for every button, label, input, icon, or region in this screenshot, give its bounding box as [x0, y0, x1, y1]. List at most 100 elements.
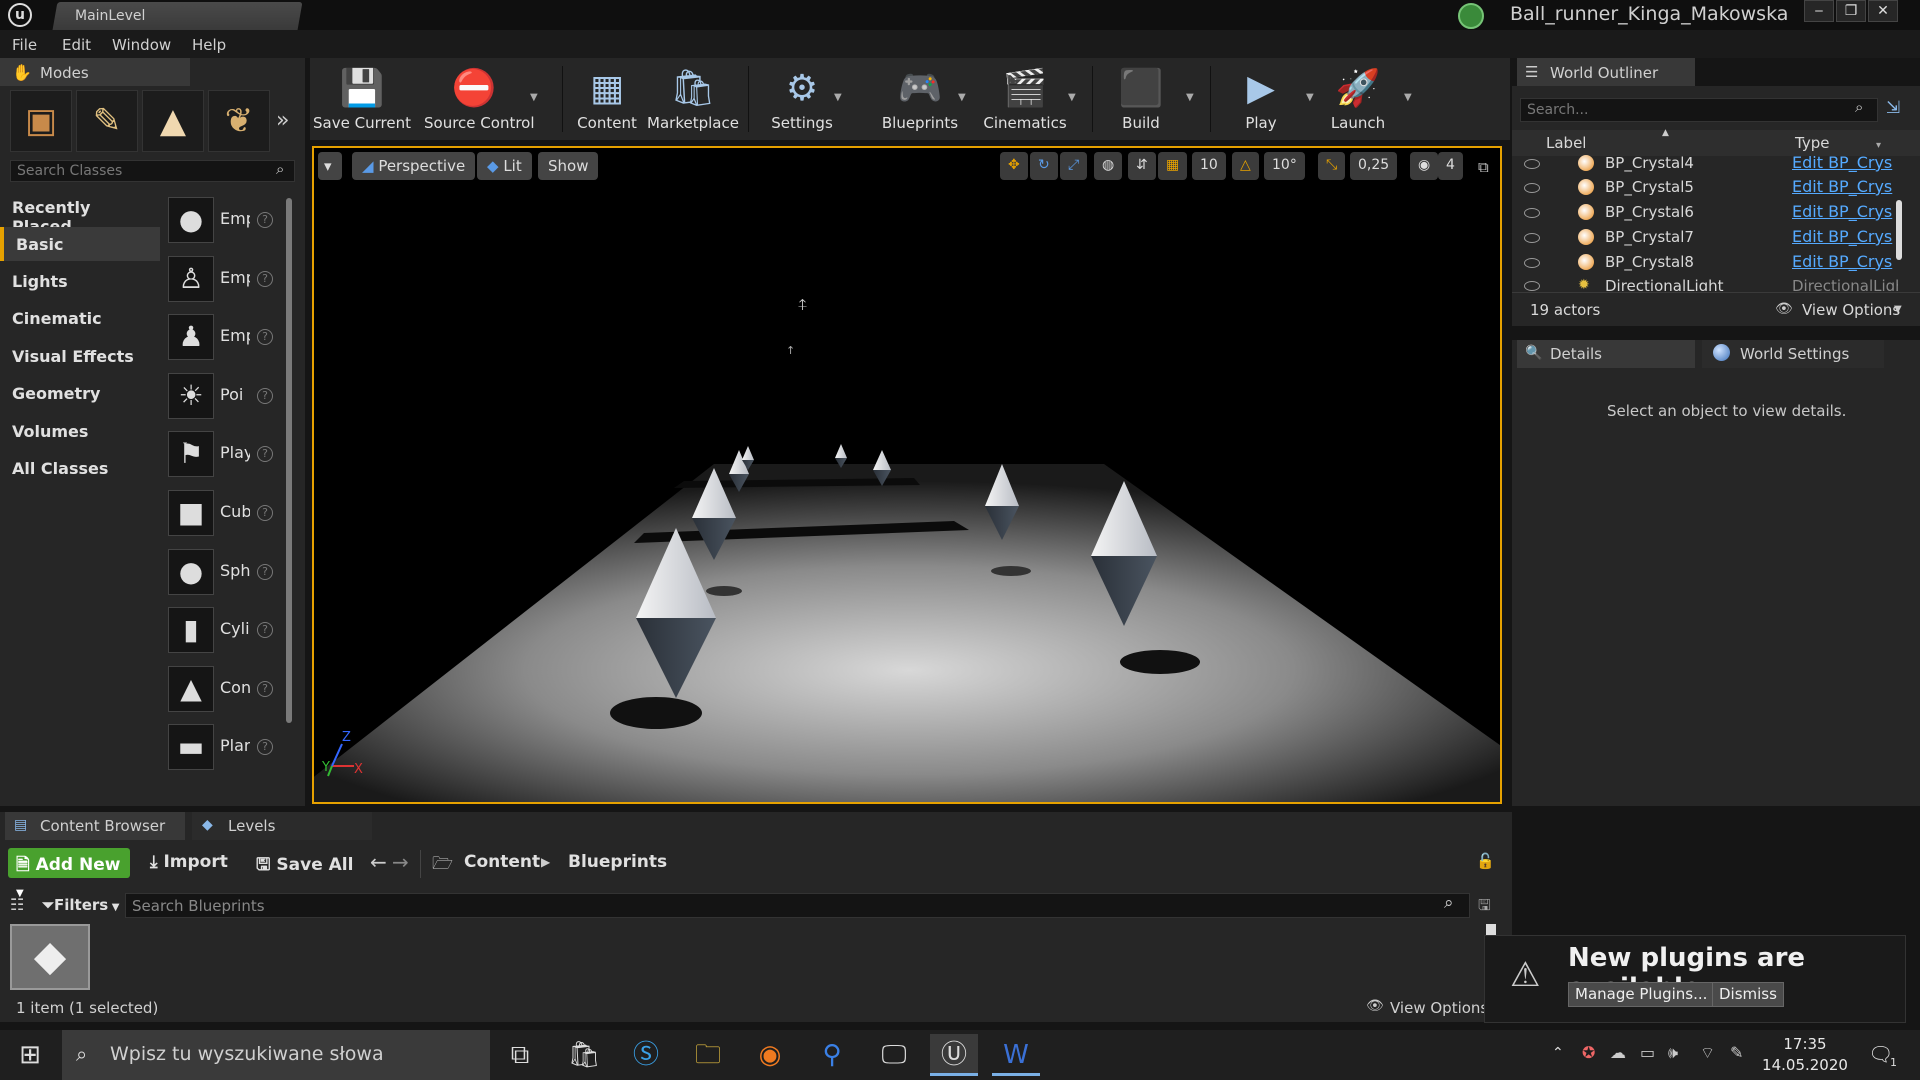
levels-tab[interactable]	[192, 812, 372, 840]
cube-icon[interactable]: ■	[168, 490, 214, 536]
menu-file[interactable]: File	[12, 36, 37, 54]
pawn-icon[interactable]: ♟	[168, 314, 214, 360]
search-blueprints-input[interactable]: Search Blueprints	[125, 893, 1470, 918]
class-list-scrollbar[interactable]	[286, 198, 292, 723]
filters-button[interactable]: ⏷Filters ▼	[42, 896, 119, 914]
dismiss-button[interactable]: Dismiss	[1712, 982, 1784, 1007]
minimize-button[interactable]: ‒	[1804, 0, 1834, 22]
battery-icon[interactable]: ▭	[1640, 1043, 1655, 1062]
save-search-icon[interactable]: 🖫	[1478, 895, 1491, 920]
translate-tool-icon[interactable]: ✥	[1000, 152, 1028, 180]
maps-icon[interactable]: ⚲	[808, 1034, 856, 1076]
tray-antivirus-icon[interactable]: ✪	[1582, 1043, 1595, 1062]
class-item-name[interactable]: Emp	[220, 209, 250, 228]
launch-button[interactable]: 🚀 Launch	[1308, 60, 1408, 138]
menu-help[interactable]: Help	[192, 36, 226, 54]
show-button[interactable]: Show	[538, 152, 599, 180]
viewport-options-button[interactable]: ▾	[318, 152, 342, 180]
lit-button[interactable]: ◆ Lit	[477, 152, 532, 180]
category-basic[interactable]: Basic	[0, 227, 160, 261]
lightbulb-icon[interactable]: ☀	[168, 373, 214, 419]
word-icon[interactable]: W	[992, 1034, 1040, 1076]
eye-icon[interactable]	[1524, 233, 1540, 243]
launch-dropdown-icon[interactable]: ▼	[1404, 92, 1412, 103]
firefox-icon[interactable]: ◉	[746, 1034, 794, 1076]
store-icon[interactable]: 🛍	[560, 1034, 608, 1076]
eye-icon[interactable]	[1524, 258, 1540, 268]
category-geometry[interactable]: Geometry	[0, 376, 160, 410]
remote-desktop-icon[interactable]: 🖵	[870, 1034, 918, 1076]
sphere-icon[interactable]: ●	[168, 197, 214, 243]
outliner-view-options[interactable]: View Options	[1802, 301, 1900, 319]
back-arrow-icon[interactable]: ←	[370, 850, 387, 874]
grid-snap-icon[interactable]: ▦	[1158, 152, 1188, 180]
lock-icon[interactable]: 🔓	[1476, 852, 1495, 870]
taskbar-clock[interactable]: 17:35 14.05.2020	[1760, 1034, 1850, 1076]
sources-toggle-icon[interactable]: ☷	[10, 895, 24, 914]
eye-icon[interactable]	[1524, 281, 1540, 291]
maximize-viewport-icon[interactable]: ⧉	[1478, 158, 1489, 176]
content-view-options[interactable]: View Options	[1390, 999, 1488, 1017]
help-icon[interactable]: ?	[257, 622, 273, 638]
asset-thumbnail[interactable]: ◆	[10, 924, 90, 990]
more-modes-icon[interactable]: »	[276, 108, 289, 133]
help-icon[interactable]: ?	[257, 329, 273, 345]
play-button[interactable]: ▶ Play	[1211, 60, 1311, 138]
category-visual-effects[interactable]: Visual Effects	[0, 339, 160, 373]
content-button[interactable]: ▦ Content	[557, 60, 657, 138]
import-button[interactable]: ⤓ Import	[150, 852, 228, 872]
breadcrumb-content[interactable]: Content	[464, 852, 540, 872]
save-current-button[interactable]: 💾 Save Current	[312, 60, 412, 138]
class-item-name[interactable]: Con	[220, 678, 250, 697]
marketplace-button[interactable]: 🛍 Marketplace	[643, 60, 743, 138]
plane-icon[interactable]: ▬	[168, 724, 214, 770]
settings-dropdown-icon[interactable]: ▼	[834, 92, 842, 103]
help-icon[interactable]: ?	[257, 388, 273, 404]
class-item-name[interactable]: Play	[220, 443, 250, 462]
taskbar-search-box[interactable]: Wpisz tu wyszukiwane słowa	[62, 1030, 490, 1080]
world-space-icon[interactable]: ◍	[1094, 152, 1123, 180]
label-column-header[interactable]: Label	[1546, 134, 1586, 152]
class-item-name[interactable]: Poi	[220, 385, 250, 404]
outliner-row-type-link[interactable]: Edit BP_Crys	[1792, 177, 1892, 196]
cylinder-icon[interactable]: ▮	[168, 607, 214, 653]
cone-icon[interactable]: ▲	[168, 666, 214, 712]
scale-tool-icon[interactable]: ⤢	[1060, 152, 1088, 180]
type-dropdown-icon[interactable]: ▾	[1876, 140, 1881, 151]
class-item-name[interactable]: Cub	[220, 502, 250, 521]
breadcrumb-separator-icon[interactable]: ▶	[541, 855, 550, 869]
outliner-row-type-link[interactable]: Edit BP_Crys	[1792, 227, 1892, 246]
help-icon[interactable]: ?	[257, 446, 273, 462]
player-start-icon[interactable]: ⚑	[168, 431, 214, 477]
character-icon[interactable]: ♙	[168, 256, 214, 302]
rotation-snap-value[interactable]: 10°	[1264, 152, 1305, 180]
blueprints-dropdown-icon[interactable]: ▼	[958, 92, 966, 103]
class-item-name[interactable]: Plar	[220, 736, 250, 755]
details-tab[interactable]	[1517, 340, 1695, 368]
help-icon[interactable]: ?	[257, 212, 273, 228]
cinematics-button[interactable]: 🎬 Cinematics	[975, 60, 1075, 138]
rotation-snap-icon[interactable]: △	[1232, 152, 1259, 180]
source-control-dropdown-icon[interactable]: ▼	[530, 92, 538, 103]
paint-mode-icon[interactable]: ✎	[76, 90, 138, 152]
unreal-engine-icon[interactable]: Ⓤ	[930, 1034, 978, 1076]
outliner-row-type-link[interactable]: Edit BP_Crys	[1792, 202, 1892, 221]
eye-icon[interactable]	[1524, 183, 1540, 193]
cinematics-dropdown-icon[interactable]: ▼	[1068, 92, 1076, 103]
sphere-icon[interactable]: ●	[168, 549, 214, 595]
grid-snap-value[interactable]: 10	[1192, 152, 1226, 180]
eye-icon[interactable]	[1524, 208, 1540, 218]
eye-icon[interactable]	[1524, 159, 1540, 169]
foliage-mode-icon[interactable]: ❦	[208, 90, 270, 152]
close-button[interactable]: ✕	[1868, 0, 1898, 22]
tray-chevron-up-icon[interactable]: ⌃	[1552, 1045, 1564, 1061]
camera-speed-value[interactable]: 4	[1438, 152, 1463, 180]
file-explorer-icon[interactable]: 🗀	[684, 1034, 732, 1076]
category-cinematic[interactable]: Cinematic	[0, 301, 160, 335]
class-item-name[interactable]: Cyli	[220, 619, 250, 638]
class-item-name[interactable]: Emp	[220, 326, 250, 345]
task-view-icon[interactable]: ⧉	[496, 1034, 544, 1076]
outliner-scrollbar[interactable]	[1896, 200, 1902, 260]
category-all-classes[interactable]: All Classes	[0, 451, 160, 485]
build-dropdown-icon[interactable]: ▼	[1186, 92, 1194, 103]
